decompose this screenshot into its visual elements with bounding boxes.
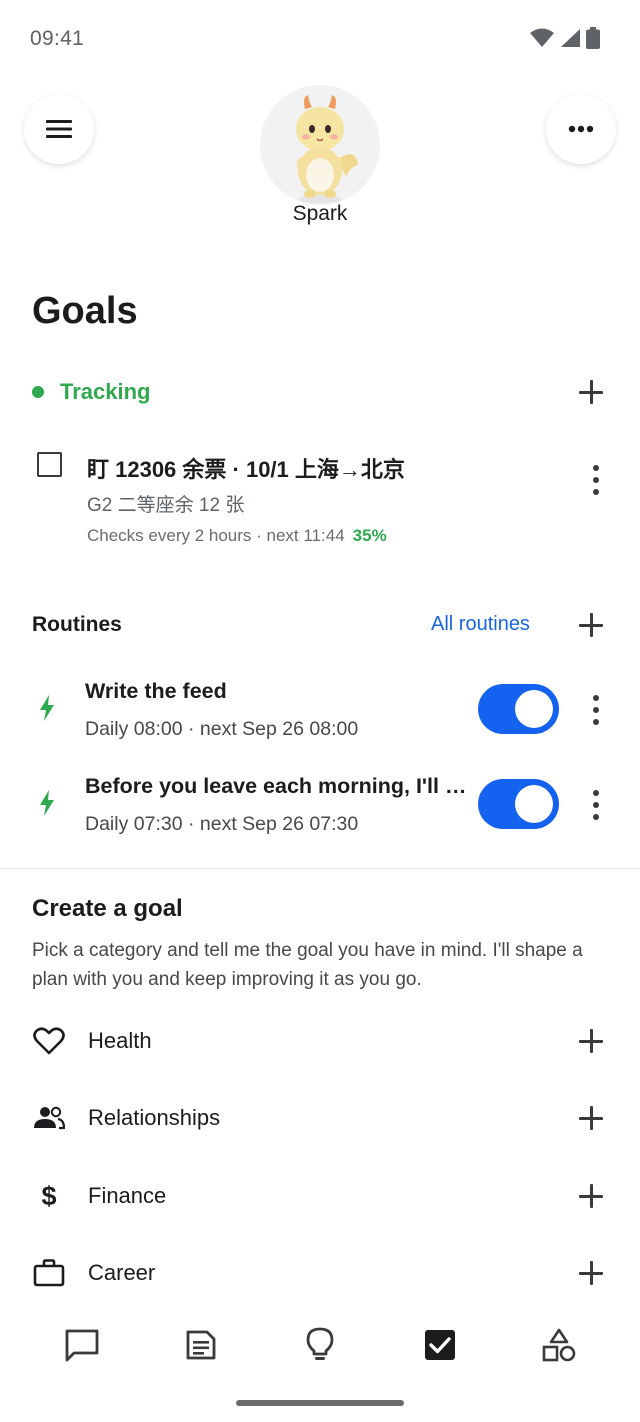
dollar-icon: $ <box>41 1180 57 1211</box>
status-bar: 09:41 <box>0 0 640 78</box>
shapes-icon <box>542 1328 576 1362</box>
chat-icon <box>65 1329 99 1362</box>
goal-subtitle: G2 二等座余 12 张 <box>87 495 245 516</box>
routine-more-button[interactable] <box>591 790 601 820</box>
add-health-goal-button[interactable] <box>578 1028 604 1054</box>
section-divider <box>0 868 640 869</box>
category-label: Relationships <box>88 1105 221 1130</box>
routine-more-button[interactable] <box>591 695 601 725</box>
add-relationships-goal-button[interactable] <box>578 1105 604 1131</box>
lightbulb-icon <box>306 1327 334 1360</box>
home-indicator[interactable] <box>236 1400 404 1406</box>
category-career[interactable]: Career <box>32 1248 610 1298</box>
routine-title: Write the feed <box>85 679 227 703</box>
nav-goals[interactable] <box>415 1322 465 1368</box>
tracking-goal-item[interactable]: 盯 12306 余票 · 10/1 上海→北京 G2 二等座余 12 张 Che… <box>32 440 610 560</box>
category-health[interactable]: Health <box>32 1016 610 1066</box>
tracking-section-header: Tracking <box>32 372 610 412</box>
menu-button[interactable] <box>24 94 94 164</box>
routine-toggle[interactable] <box>478 779 559 829</box>
wifi-icon <box>530 28 554 47</box>
nav-ideas[interactable] <box>295 1322 345 1368</box>
nav-notes[interactable] <box>176 1322 226 1368</box>
hamburger-menu-icon <box>46 120 72 138</box>
routine-item[interactable]: Before you leave each morning, I'll … Da… <box>32 767 610 847</box>
goals-check-icon <box>425 1330 455 1360</box>
add-finance-goal-button[interactable] <box>578 1183 604 1209</box>
routine-schedule: Daily 07:30 · next Sep 26 07:30 <box>85 813 359 835</box>
bolt-icon <box>40 695 54 721</box>
nav-explore[interactable] <box>534 1322 584 1368</box>
category-label: Career <box>88 1260 156 1285</box>
tracking-status-dot <box>32 386 44 398</box>
routines-section-header: Routines All routines <box>32 610 610 640</box>
briefcase-icon <box>32 1258 66 1288</box>
routines-title: Routines <box>32 613 122 636</box>
dragon-mascot-icon <box>296 95 358 203</box>
routine-toggle[interactable] <box>478 684 559 734</box>
routine-schedule: Daily 08:00 · next Sep 26 08:00 <box>85 718 359 740</box>
bolt-icon <box>40 790 54 816</box>
category-relationships[interactable]: Relationships <box>32 1093 610 1143</box>
add-career-goal-button[interactable] <box>578 1260 604 1286</box>
page-title: Goals <box>32 290 138 332</box>
bottom-nav <box>0 1310 640 1380</box>
create-goal-title: Create a goal <box>32 895 183 922</box>
status-time: 09:41 <box>30 27 85 50</box>
battery-icon <box>586 27 600 49</box>
goal-progress: 35% <box>352 526 387 545</box>
toggle-knob <box>515 690 553 728</box>
goal-more-button[interactable] <box>591 465 601 495</box>
category-label: Health <box>88 1028 152 1053</box>
tracking-label: Tracking <box>60 379 151 404</box>
goal-meta: Checks every 2 hours · next 11:44 35% <box>87 526 387 546</box>
people-icon <box>32 1103 66 1133</box>
routine-title: Before you leave each morning, I'll … <box>85 774 465 798</box>
create-goal-description: Pick a category and tell me the goal you… <box>32 940 583 990</box>
status-icons <box>530 27 600 49</box>
goal-title: 盯 12306 余票 · 10/1 上海→北京 <box>87 457 405 482</box>
avatar[interactable] <box>260 85 380 205</box>
goal-checkbox[interactable] <box>37 452 62 477</box>
more-options-button[interactable] <box>546 94 616 164</box>
goal-check-schedule: Checks every 2 hours · next 11:44 <box>87 526 345 545</box>
heart-icon <box>32 1026 66 1056</box>
toggle-knob <box>515 785 553 823</box>
add-tracking-button[interactable] <box>578 379 604 405</box>
signal-icon <box>561 29 580 47</box>
notes-icon <box>186 1330 216 1360</box>
avatar-name: Spark <box>292 202 348 225</box>
nav-chat[interactable] <box>57 1322 107 1368</box>
add-routine-button[interactable] <box>578 612 604 638</box>
routine-item[interactable]: Write the feed Daily 08:00 · next Sep 26… <box>32 672 610 752</box>
category-label: Finance <box>88 1183 167 1208</box>
category-finance[interactable]: $ Finance <box>32 1171 610 1221</box>
more-horizontal-icon <box>568 125 594 133</box>
all-routines-link[interactable]: All routines <box>431 613 530 636</box>
